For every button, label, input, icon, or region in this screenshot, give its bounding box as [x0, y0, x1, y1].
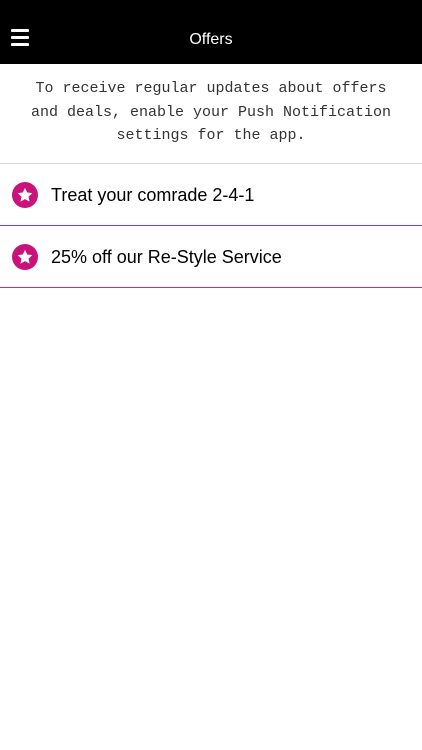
push-notification-notice: To receive regular updates about offers … [0, 64, 422, 164]
offer-list: Treat your comrade 2-4-1 25% off our Re-… [0, 164, 422, 288]
offer-item-restyle-service[interactable]: 25% off our Re-Style Service [0, 226, 422, 288]
notice-line: and deals, enable your Push Notification [30, 103, 392, 121]
star-icon [12, 182, 38, 208]
star-icon [12, 244, 38, 270]
offer-item-treat-comrade[interactable]: Treat your comrade 2-4-1 [0, 164, 422, 226]
offer-label: Treat your comrade 2-4-1 [51, 185, 255, 205]
notice-line: settings for the app. [116, 127, 306, 144]
page-title: Offers [189, 31, 233, 48]
app-header: Offers [0, 0, 422, 64]
offer-label: 25% off our Re-Style Service [51, 247, 282, 267]
notice-line: To receive regular updates about offers [35, 80, 387, 97]
